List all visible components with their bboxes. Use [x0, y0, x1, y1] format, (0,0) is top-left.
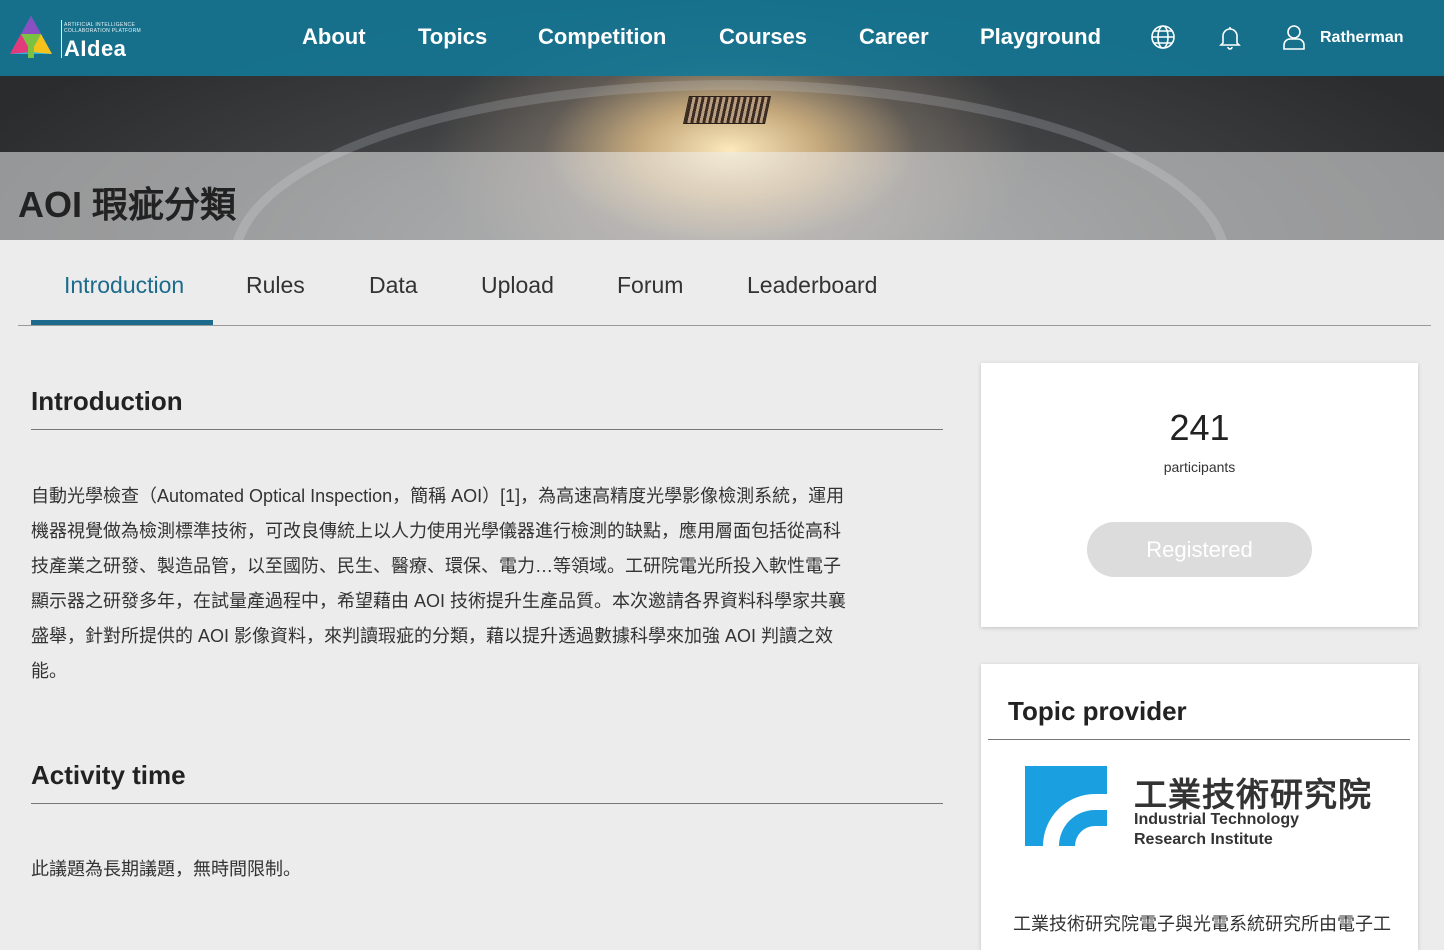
- logo-tagline-line2: COLLABORATION PLATFORM: [64, 28, 141, 34]
- provider-name-english-line2: Research Institute: [1134, 831, 1273, 848]
- aidea-logo[interactable]: ARTIFICIAL INTELLIGENCE COLLABORATION PL…: [8, 14, 158, 64]
- topic-provider-header: Topic provider: [988, 696, 1410, 740]
- topic-provider-heading: Topic provider: [1008, 696, 1187, 726]
- activity-time-section-header: Activity time: [31, 760, 943, 804]
- intro-line: 自動光學檢查（Automated Optical Inspection，簡稱 A…: [31, 486, 845, 506]
- topic-provider-card: Topic provider 工業技術研究院 Industrial Techno…: [981, 664, 1418, 950]
- nav-career[interactable]: Career: [859, 24, 929, 50]
- nav-about[interactable]: About: [302, 24, 366, 50]
- logo-wordmark: AIdea: [64, 36, 127, 61]
- nav-competition[interactable]: Competition: [538, 24, 666, 50]
- tab-upload[interactable]: Upload: [481, 272, 554, 299]
- user-icon[interactable]: [1281, 24, 1307, 50]
- itri-logo-icon: [1025, 766, 1107, 846]
- aidea-logo-mark-icon: [10, 16, 52, 58]
- participants-card: 241 participants Registered: [981, 363, 1418, 627]
- participants-count: 241: [1169, 407, 1230, 448]
- globe-icon[interactable]: [1150, 24, 1176, 50]
- intro-line: 能。: [31, 661, 67, 681]
- activity-time-text: 此議題為長期議題，無時間限制。: [31, 859, 301, 879]
- page-title: AOI 瑕疵分類: [18, 184, 237, 225]
- nav-topics[interactable]: Topics: [418, 24, 487, 50]
- introduction-section-header: Introduction: [31, 386, 943, 430]
- top-navigation-bar: ARTIFICIAL INTELLIGENCE COLLABORATION PL…: [0, 0, 1444, 76]
- tab-introduction[interactable]: Introduction: [64, 272, 184, 299]
- hero-chip-image: [683, 96, 771, 124]
- username-link[interactable]: Ratherman: [1320, 29, 1404, 47]
- provider-name-english: Industrial Technology Research Institute: [1134, 810, 1299, 850]
- provider-description: 工業技術研究院電子與光電系統研究所由電子工: [1013, 914, 1391, 934]
- activity-time-heading: Activity time: [31, 760, 186, 790]
- logo-tagline: ARTIFICIAL INTELLIGENCE COLLABORATION PL…: [64, 22, 141, 34]
- introduction-body: 自動光學檢查（Automated Optical Inspection，簡稱 A…: [31, 479, 943, 689]
- tab-rules[interactable]: Rules: [246, 272, 305, 299]
- tab-leaderboard[interactable]: Leaderboard: [747, 272, 877, 299]
- intro-line: 機器視覺做為檢測標準技術，可改良傳統上以人力使用光學儀器進行檢測的缺點，應用層面…: [31, 521, 841, 541]
- nav-courses[interactable]: Courses: [719, 24, 807, 50]
- tab-forum[interactable]: Forum: [617, 272, 683, 299]
- intro-line: 盛舉，針對所提供的 AOI 影像資料，來判讀瑕疵的分類，藉以提升透過數據科學來加…: [31, 626, 834, 646]
- registered-button[interactable]: Registered: [1087, 522, 1312, 577]
- provider-name-english-line1: Industrial Technology: [1134, 811, 1300, 828]
- logo-divider: [61, 20, 62, 58]
- tab-data[interactable]: Data: [369, 272, 418, 299]
- introduction-heading: Introduction: [31, 386, 183, 416]
- participants-label: participants: [1163, 459, 1236, 475]
- topic-tabs: Introduction Rules Data Upload Forum Lea…: [18, 240, 1431, 326]
- active-tab-indicator: [31, 320, 213, 325]
- intro-line: 技產業之研發、製造品管，以至國防、民生、醫療、環保、電力…等領域。工研院電光所投…: [31, 556, 841, 576]
- bell-icon[interactable]: [1217, 24, 1243, 50]
- nav-playground[interactable]: Playground: [980, 24, 1101, 50]
- intro-line: 顯示器之研發多年，在試量產過程中，希望藉由 AOI 技術提升生產品質。本次邀請各…: [31, 591, 847, 611]
- provider-name-chinese: 工業技術研究院: [1134, 776, 1372, 813]
